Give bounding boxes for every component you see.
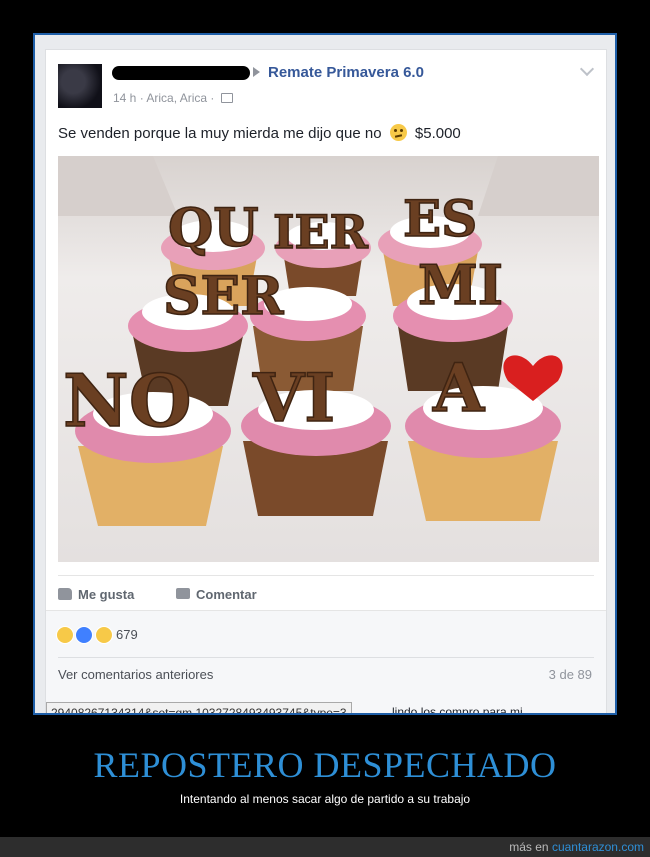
meta-separator: · <box>210 91 218 105</box>
post-time[interactable]: 14 h <box>113 91 136 105</box>
reactions-section: 679 Ver comentarios anteriores 3 de 89 <box>46 610 606 713</box>
footer-site-link[interactable]: cuantarazon.com <box>552 840 644 854</box>
redacted-author-name <box>112 66 250 80</box>
group-name-link[interactable]: Remate Primavera 6.0 <box>268 64 424 81</box>
letter-es: ES <box>403 189 477 248</box>
post-location[interactable]: Arica, Arica <box>146 91 207 105</box>
footer-bar: más en cuantarazon.com <box>0 837 650 857</box>
footer-text: más en cuantarazon.com <box>509 840 644 854</box>
like-label: Me gusta <box>78 587 135 602</box>
meme-caption: Intentando al menos sacar algo de partid… <box>179 792 471 806</box>
divider <box>58 575 594 576</box>
cupcakes-photo[interactable]: QU IER ES SER MI NO VI A <box>58 156 599 562</box>
footer-prefix: más en <box>509 840 549 854</box>
letter-qu: QU <box>168 198 259 259</box>
arrow-right-icon <box>253 67 260 77</box>
reaction-icons[interactable] <box>56 626 113 644</box>
post-message: Se venden porque la muy mierda me dijo q… <box>58 125 382 142</box>
wow-reaction-icon <box>94 626 113 644</box>
letter-ier: IER <box>273 205 369 259</box>
letter-mi: MI <box>418 253 503 317</box>
comment-snippet: lindo los compro para mi <box>392 705 523 715</box>
like-reaction-icon <box>75 626 94 644</box>
comment-label: Comentar <box>196 587 257 602</box>
status-bar-url: 29408267134314&set=gm.1032728493493745&t… <box>46 702 352 713</box>
confused-emoji-icon <box>389 124 407 141</box>
reaction-count[interactable]: 679 <box>116 627 138 642</box>
divider <box>58 657 594 658</box>
avatar[interactable] <box>58 64 102 108</box>
thumbs-up-icon <box>58 588 72 600</box>
like-button[interactable]: Me gusta <box>58 587 134 602</box>
cupcakes-illustration: QU IER ES SER MI NO VI A <box>58 156 599 526</box>
post-price: $5.000 <box>414 125 461 142</box>
letter-no: NO <box>63 358 192 443</box>
letter-a: A <box>432 349 485 427</box>
view-previous-comments-link[interactable]: Ver comentarios anteriores <box>58 667 213 682</box>
comment-icon <box>176 588 190 599</box>
comment-position: 3 de 89 <box>548 667 592 682</box>
post-meta: 14 h · Arica, Arica · <box>113 91 233 105</box>
screenshot-frame: Remate Primavera 6.0 14 h · Arica, Arica… <box>33 33 617 715</box>
post-text: Se venden porque la muy mierda me dijo q… <box>58 124 461 142</box>
letter-ser: SER <box>163 266 284 327</box>
audience-icon[interactable] <box>220 93 233 103</box>
meme-title: REPOSTERO DESPECHADO <box>93 745 557 785</box>
comment-button[interactable]: Comentar <box>176 587 257 602</box>
letter-vi: VI <box>252 359 335 437</box>
facebook-post: Remate Primavera 6.0 14 h · Arica, Arica… <box>45 49 607 713</box>
chevron-down-icon[interactable] <box>579 61 595 77</box>
haha-reaction-icon <box>56 626 74 644</box>
